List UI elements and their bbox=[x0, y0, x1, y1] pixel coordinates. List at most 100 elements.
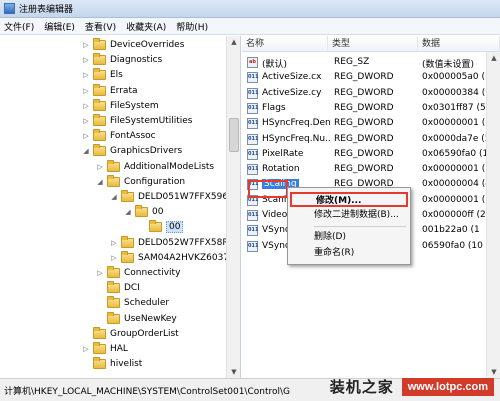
value-type: REG_DWORD bbox=[334, 164, 394, 175]
expand-toggle-icon[interactable]: ◢ bbox=[96, 178, 104, 186]
menu-favorites[interactable]: 收藏夹(A) bbox=[126, 20, 166, 33]
tree-node[interactable]: ▷ HAL bbox=[82, 342, 128, 356]
value-data: 0x000000ff (25 bbox=[422, 210, 486, 220]
tree-node-label: SAM04A2HVKZ6037€ bbox=[138, 252, 235, 263]
column-name[interactable]: 名称 bbox=[242, 36, 328, 52]
expand-toggle-icon[interactable]: ▷ bbox=[110, 239, 118, 247]
folder-icon bbox=[93, 38, 106, 50]
tree-node[interactable]: ▷ FileSystem bbox=[82, 98, 159, 113]
tree-node[interactable]: ▷ FileSystemUtilities bbox=[82, 114, 193, 128]
tree-node[interactable]: hivelist bbox=[82, 357, 142, 371]
folder-icon bbox=[135, 205, 148, 218]
title-bar: 注册表编辑器 bbox=[0, 0, 500, 18]
tree-node-label: FontAssoc bbox=[110, 131, 156, 142]
value-data: 0x06590fa0 (10 bbox=[422, 148, 486, 159]
expand-toggle-icon[interactable]: ◢ bbox=[82, 147, 90, 155]
table-row[interactable]: 011 HSyncFreq.Den... REG_DWORD 0x00000001 (… bbox=[242, 116, 500, 132]
tree-node[interactable]: ◢ DELD051W7FFX5963 bbox=[110, 190, 234, 204]
column-type[interactable]: 类型 bbox=[328, 36, 418, 52]
value-data: 0x00000001 (1 bbox=[422, 194, 486, 205]
menu-item-modify[interactable]: 修改(M)... bbox=[290, 192, 408, 207]
folder-icon bbox=[107, 281, 120, 294]
table-row[interactable]: 011 ActiveSize.cy REG_DWORD 0x00000384 (9 bbox=[242, 86, 500, 102]
watermark-url: www.lotpc.com bbox=[401, 377, 494, 396]
expand-toggle-icon[interactable]: ▷ bbox=[82, 345, 90, 353]
scroll-down-icon[interactable]: ▼ bbox=[227, 366, 240, 378]
tree-node[interactable]: ▷ DELD052W7FFX58R3 bbox=[110, 235, 234, 250]
value-data: 001b22a0 (1 bbox=[422, 225, 480, 236]
tree-node[interactable]: ◢ 00 bbox=[124, 205, 163, 219]
value-type: REG_DWORD bbox=[334, 72, 394, 83]
table-row[interactable]: 011 PixelRate REG_DWORD 0x06590fa0 (10 bbox=[242, 147, 500, 163]
tree-node-label: 00 bbox=[152, 207, 164, 218]
dword-value-icon: 011 bbox=[247, 225, 258, 237]
tree-node[interactable]: ◢ GraphicsDrivers bbox=[82, 144, 182, 158]
menu-help[interactable]: 帮助(H) bbox=[176, 20, 208, 33]
menu-file[interactable]: 文件(F) bbox=[4, 20, 34, 33]
column-data[interactable]: 数据 bbox=[418, 36, 500, 52]
folder-icon bbox=[93, 326, 106, 339]
tree-node[interactable]: Scheduler bbox=[96, 296, 169, 310]
expand-toggle-icon[interactable]: ▷ bbox=[96, 269, 104, 277]
expand-toggle-icon[interactable]: ▷ bbox=[82, 71, 90, 79]
tree-node[interactable]: ◢ Configuration bbox=[96, 174, 185, 189]
tree-node[interactable]: ▷ Connectivity bbox=[96, 266, 180, 280]
tree-node[interactable]: ▷ DeviceOverrides bbox=[82, 38, 184, 52]
tree-node[interactable]: DCI bbox=[96, 281, 140, 295]
tree-node-label: GraphicsDrivers bbox=[110, 146, 183, 157]
expand-toggle-icon[interactable]: ▷ bbox=[82, 87, 90, 95]
tree-node[interactable]: ▷ Els bbox=[82, 68, 123, 82]
expand-toggle-icon[interactable]: ▷ bbox=[82, 102, 90, 110]
list-header: 名称 类型 数据 bbox=[242, 36, 500, 52]
dword-value-icon: 011 bbox=[247, 240, 258, 252]
value-name: Flags bbox=[262, 102, 286, 113]
table-row[interactable]: 011 ActiveSize.cx REG_DWORD 0x000005a0 (1 bbox=[242, 70, 500, 86]
menu-view[interactable]: 查看(V) bbox=[85, 20, 116, 33]
list-scrollbar[interactable]: ▲ ▼ bbox=[486, 52, 500, 378]
tree-node-label: Els bbox=[110, 70, 123, 81]
folder-icon bbox=[107, 266, 120, 278]
table-row[interactable]: 011 Flags REG_DWORD 0x0301ff87 (50 bbox=[242, 101, 500, 117]
tree-node[interactable]: ▷ Errata bbox=[82, 83, 138, 98]
expand-toggle-icon[interactable]: ▷ bbox=[110, 254, 118, 262]
scroll-up-icon[interactable]: ▲ bbox=[227, 36, 240, 48]
value-data: 0x0301ff87 (50 bbox=[422, 102, 486, 113]
tree-node-label: DCI bbox=[124, 283, 140, 294]
tree-node[interactable]: ▷ Diagnostics bbox=[82, 53, 162, 67]
window-title: 注册表编辑器 bbox=[19, 5, 74, 15]
folder-icon bbox=[93, 357, 106, 370]
folder-icon bbox=[107, 159, 120, 172]
table-row[interactable]: 011 HSyncFreq.Nu... REG_DWORD 0x0000da7e (5 bbox=[242, 132, 500, 148]
menu-item-delete[interactable]: 删除(D) bbox=[290, 230, 408, 245]
dword-value-icon: 011 bbox=[247, 102, 258, 114]
tree-node-label: 00 bbox=[166, 221, 184, 234]
tree-node[interactable]: GroupOrderList bbox=[82, 326, 179, 341]
folder-icon bbox=[93, 114, 106, 126]
tree-node[interactable]: 00 bbox=[138, 220, 184, 234]
scroll-thumb[interactable] bbox=[229, 118, 239, 152]
expand-toggle-icon[interactable]: ▷ bbox=[82, 132, 90, 140]
dword-value-icon: 011 bbox=[247, 164, 258, 176]
expand-toggle-icon[interactable]: ▷ bbox=[82, 41, 90, 49]
tree-node[interactable]: ▷ FontAssoc bbox=[82, 129, 156, 143]
tree-node-label: Diagnostics bbox=[110, 55, 163, 66]
menu-item-rename[interactable]: 重命名(R) bbox=[290, 246, 408, 261]
table-row[interactable]: ab (默认) REG_SZ (数值未设置) bbox=[242, 55, 500, 71]
expand-toggle-icon[interactable]: ▷ bbox=[82, 56, 90, 64]
scroll-up-icon[interactable]: ▲ bbox=[487, 52, 500, 64]
expand-toggle-icon[interactable]: ▷ bbox=[82, 117, 90, 125]
menu-edit[interactable]: 编辑(E) bbox=[44, 20, 75, 33]
value-type: REG_DWORD bbox=[334, 87, 394, 98]
tree-scrollbar[interactable]: ▲ ▼ bbox=[226, 36, 240, 378]
folder-icon bbox=[121, 235, 134, 248]
expand-toggle-icon[interactable]: ◢ bbox=[124, 208, 132, 216]
table-row[interactable]: 011 Rotation REG_DWORD 0x00000001 (1 bbox=[242, 162, 500, 178]
expand-toggle-icon[interactable]: ◢ bbox=[110, 193, 118, 201]
tree-node[interactable]: ▷ SAM04A2HVKZ6037€ bbox=[110, 250, 235, 265]
value-name: VSync bbox=[262, 240, 290, 251]
tree-node[interactable]: UseNewKey bbox=[96, 311, 177, 326]
menu-item-modify-binary[interactable]: 修改二进制数据(B)... bbox=[290, 208, 408, 223]
tree-node[interactable]: ▷ AdditionalModeLists bbox=[96, 159, 214, 174]
expand-toggle-icon[interactable]: ▷ bbox=[96, 163, 104, 171]
value-name: Video bbox=[262, 210, 288, 220]
